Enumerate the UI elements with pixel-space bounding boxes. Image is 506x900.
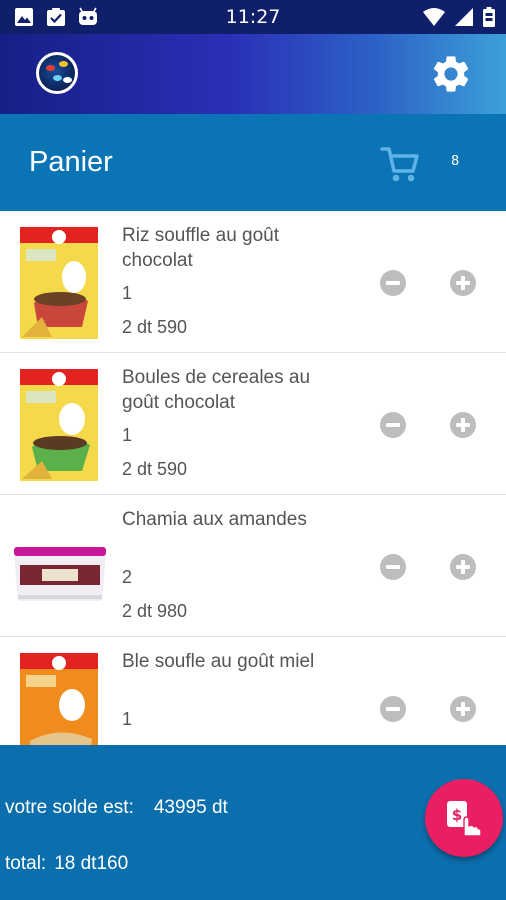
balance-value: 43995 dt	[153, 797, 228, 818]
decrease-quantity-button[interactable]	[380, 554, 406, 580]
increase-quantity-button[interactable]	[450, 554, 476, 580]
page-title: Panier	[29, 146, 113, 178]
list-item: Boules de cereales au goût chocolat 1 2 …	[0, 353, 506, 495]
product-name: Chamia aux amandes	[122, 509, 307, 530]
wifi-icon	[423, 8, 445, 26]
product-quantity: 1	[122, 425, 133, 445]
product-name: Boules de cereales au goût chocolat	[122, 367, 311, 413]
product-quantity: 1	[122, 283, 133, 303]
list-item: Chamia aux amandes 2 2 dt 980	[0, 495, 506, 637]
product-price: 2 dt 590	[122, 459, 188, 479]
decrease-quantity-button[interactable]	[380, 696, 406, 722]
balance-label: votre solde est:	[5, 797, 134, 818]
product-image	[20, 227, 98, 339]
status-bar: 11:27	[0, 0, 506, 34]
decrease-quantity-button[interactable]	[380, 412, 406, 438]
product-price: 2 dt 980	[122, 601, 188, 621]
checkout-button[interactable]: $	[425, 779, 503, 857]
cart-count-badge: 8	[451, 154, 460, 169]
decrease-quantity-button[interactable]	[380, 270, 406, 296]
product-image	[20, 653, 98, 745]
increase-quantity-button[interactable]	[450, 696, 476, 722]
product-name: Riz souffle au goût chocolat	[122, 225, 280, 271]
product-quantity: 1	[122, 709, 133, 729]
shopping-cart-icon[interactable]	[380, 145, 420, 183]
total-line: total: 18 dt160	[5, 853, 128, 875]
system-icons	[422, 7, 496, 27]
list-item: Riz souffle au goût chocolat 1 2 dt 590	[0, 211, 506, 353]
product-price: 2 dt 590	[122, 317, 188, 337]
gear-icon[interactable]	[429, 52, 473, 96]
increase-quantity-button[interactable]	[450, 412, 476, 438]
battery-icon	[483, 7, 495, 27]
product-quantity: 2	[122, 567, 133, 587]
app-logo[interactable]	[36, 52, 78, 94]
total-value: 18 dt160	[54, 853, 129, 874]
cart-item-list[interactable]: Riz souffle au goût chocolat 1 2 dt 590 …	[0, 211, 506, 745]
pay-hand-icon: $	[447, 801, 482, 837]
cart-screen: 11:27 Panier 8 Riz souffle au goût choco…	[0, 0, 506, 900]
total-label: total:	[5, 853, 47, 874]
svg-text:$: $	[452, 806, 462, 824]
increase-quantity-button[interactable]	[450, 270, 476, 296]
product-name: Ble soufle au goût miel	[122, 651, 315, 672]
list-item: Ble soufle au goût miel 1	[0, 637, 506, 745]
product-image	[20, 369, 98, 481]
cart-header: Panier 8	[0, 114, 506, 211]
signal-icon	[455, 8, 473, 26]
balance-line: votre solde est: 43995 dt	[5, 797, 228, 819]
product-image	[14, 547, 106, 601]
app-bar	[0, 34, 506, 114]
